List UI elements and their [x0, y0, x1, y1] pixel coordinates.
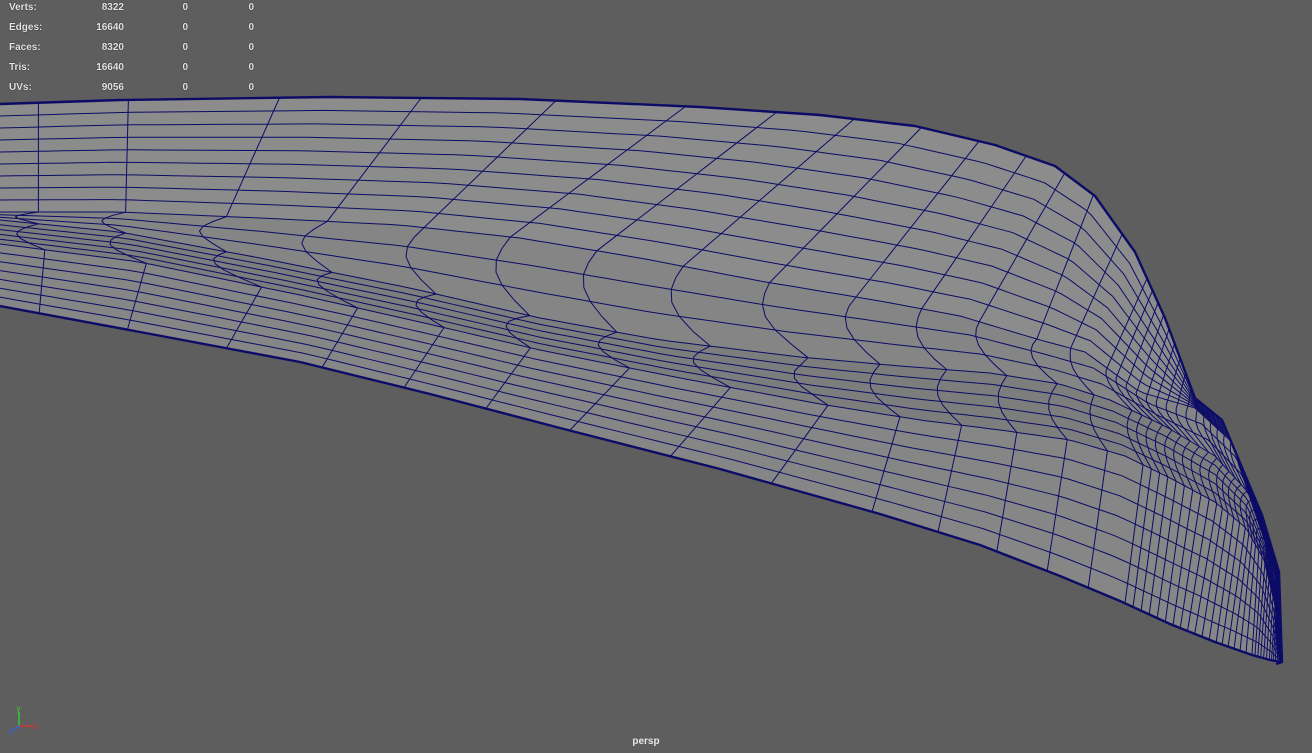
hud-value-object: 16640	[96, 62, 124, 73]
hud-row-faces: Faces: 8320 0 0	[0, 40, 270, 60]
poly-count-hud: Verts: 8322 0 0 Edges: 16640 0 0 Faces: …	[0, 0, 270, 100]
hud-value-component: 0	[248, 82, 254, 93]
hud-value-component: 0	[248, 2, 254, 13]
hud-label: Tris:	[9, 62, 31, 73]
hud-row-uvs: UVs: 9056 0 0	[0, 80, 270, 100]
hud-label: Edges:	[9, 22, 43, 33]
hud-row-verts: Verts: 8322 0 0	[0, 0, 270, 20]
wireframe-mesh-object[interactable]	[0, 0, 1312, 753]
y-axis-label: y	[17, 704, 21, 713]
hud-value-component: 0	[248, 42, 254, 53]
hud-value-object: 8320	[101, 42, 124, 53]
hud-value-selected: 0	[182, 82, 188, 93]
axis-gizmo-icon: y x z	[9, 704, 38, 736]
hud-value-object: 8322	[101, 2, 124, 13]
x-axis-label: x	[34, 722, 38, 731]
hud-value-selected: 0	[182, 42, 188, 53]
z-axis-line	[13, 725, 20, 731]
maya-perspective-viewport[interactable]: Verts: 8322 0 0 Edges: 16640 0 0 Faces: …	[0, 0, 1312, 753]
hud-value-object: 9056	[101, 82, 124, 93]
hud-row-edges: Edges: 16640 0 0	[0, 20, 270, 40]
hud-label: Verts:	[9, 2, 37, 13]
hud-value-object: 16640	[96, 22, 124, 33]
camera-name-label: persp	[632, 736, 660, 747]
hud-value-selected: 0	[182, 22, 188, 33]
hud-label: UVs:	[9, 82, 32, 93]
hud-label: Faces:	[9, 42, 41, 53]
z-axis-label: z	[9, 727, 13, 736]
hud-value-selected: 0	[182, 62, 188, 73]
hud-value-selected: 0	[182, 2, 188, 13]
hud-value-component: 0	[248, 62, 254, 73]
hud-value-component: 0	[248, 22, 254, 33]
hud-row-tris: Tris: 16640 0 0	[0, 60, 270, 80]
